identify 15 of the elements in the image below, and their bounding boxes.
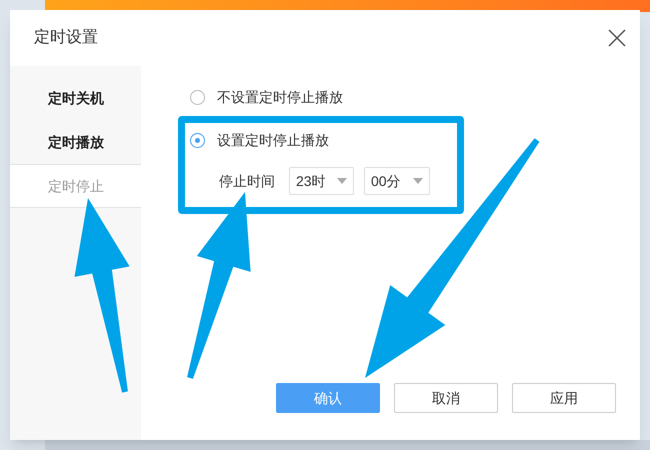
dialog-title: 定时设置 (34, 28, 98, 48)
caret-icon (413, 178, 423, 184)
radio-button[interactable] (190, 90, 205, 104)
caret-icon (337, 178, 347, 184)
option-label: 不设置定时停止播放 (217, 88, 343, 106)
sidebar-item[interactable]: 定时播放 (10, 120, 141, 164)
minute-select[interactable]: 00分 (364, 167, 430, 195)
sidebar-item[interactable]: 定时关机 (10, 76, 141, 120)
close-icon[interactable] (608, 29, 626, 47)
hour-select[interactable]: 23时 (289, 167, 354, 195)
option-label: 设置定时停止播放 (217, 130, 329, 150)
dialog-button[interactable]: 取消 (394, 383, 498, 413)
radio-button[interactable] (190, 132, 205, 148)
stop-time-label: 停止时间 (219, 172, 275, 190)
dialog-button[interactable]: 应用 (512, 383, 616, 413)
